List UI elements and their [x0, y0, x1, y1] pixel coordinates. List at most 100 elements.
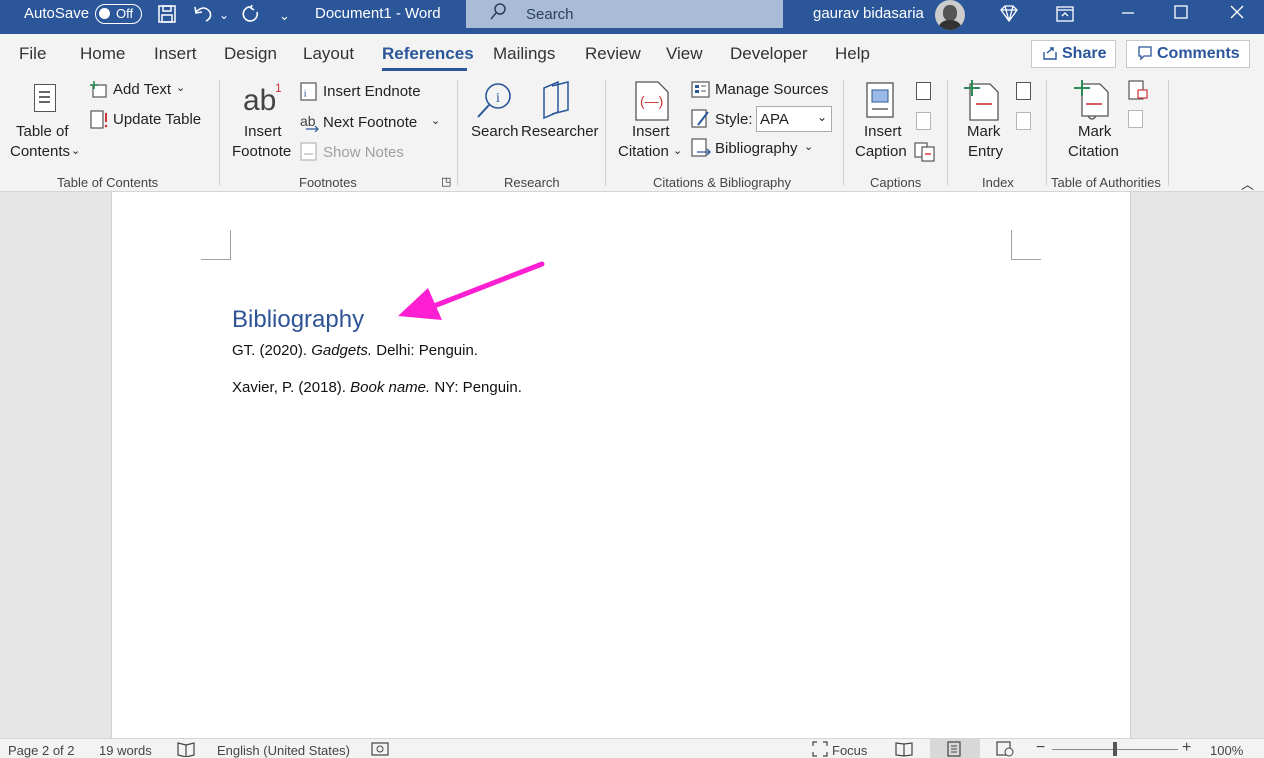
search-box[interactable]: Search [466, 0, 783, 28]
show-notes-button[interactable]: Show Notes [323, 144, 404, 161]
bibliography-heading[interactable]: Bibliography [232, 306, 364, 334]
researcher-icon [540, 80, 576, 123]
group-separator [1168, 80, 1169, 186]
update-index-icon[interactable] [1016, 112, 1031, 130]
mark-citation-label-1[interactable]: Mark [1078, 122, 1111, 142]
web-layout-icon[interactable] [996, 741, 1014, 758]
ribbon-display-icon[interactable] [1055, 4, 1075, 29]
svg-text:1: 1 [275, 81, 282, 95]
insert-citation-label-2[interactable]: Citation [618, 142, 669, 162]
insert-citation-label-1[interactable]: Insert [632, 122, 670, 142]
undo-dropdown-icon[interactable]: ⌄ [219, 8, 229, 22]
insert-caption-label-2[interactable]: Caption [855, 142, 907, 162]
ribbon-references: Table of Contents ⌄ Add Text ⌄ Update Ta… [0, 74, 1264, 192]
tab-home[interactable]: Home [80, 44, 125, 64]
page-count[interactable]: Page 2 of 2 [8, 743, 75, 758]
user-name[interactable]: gaurav bidasaria [813, 5, 924, 22]
tab-developer[interactable]: Developer [730, 44, 808, 64]
researcher-button[interactable]: Researcher [521, 122, 599, 142]
style-value: APA [760, 111, 789, 128]
manage-sources-button[interactable]: Manage Sources [715, 81, 828, 98]
table-of-contents-label-1[interactable]: Table of [16, 122, 69, 142]
style-dropdown[interactable]: APA ⌄ [756, 106, 832, 132]
margin-corner-mark [1011, 230, 1041, 260]
undo-icon[interactable] [192, 4, 214, 29]
diamond-icon[interactable] [998, 4, 1020, 29]
tab-references[interactable]: References [382, 44, 474, 64]
group-label-citations: Citations & Bibliography [653, 175, 792, 190]
insert-index-icon[interactable] [1016, 82, 1031, 100]
comments-label: Comments [1157, 45, 1240, 62]
comments-button[interactable]: Comments [1126, 40, 1250, 68]
next-footnote-button[interactable]: Next Footnote [323, 114, 417, 131]
add-text-dropdown-icon[interactable]: ⌄ [176, 81, 185, 94]
read-mode-icon[interactable] [895, 741, 913, 758]
minimize-icon[interactable] [1118, 2, 1138, 27]
zoom-slider-thumb[interactable] [1113, 742, 1117, 756]
mark-entry-label-1[interactable]: Mark [967, 122, 1000, 142]
proofing-icon[interactable] [177, 741, 195, 758]
zoom-level[interactable]: 100% [1210, 743, 1243, 758]
mark-citation-label-2[interactable]: Citation [1068, 142, 1119, 162]
document-page[interactable]: Bibliography GT. (2020). Gadgets. Delhi:… [111, 192, 1131, 738]
tab-design[interactable]: Design [224, 44, 277, 64]
autosave-label: AutoSave [24, 5, 90, 22]
print-layout-icon[interactable] [946, 741, 962, 758]
word-count[interactable]: 19 words [99, 743, 152, 758]
next-footnote-dropdown-icon[interactable]: ⌄ [431, 114, 440, 127]
tab-view[interactable]: View [666, 44, 703, 64]
redo-icon[interactable] [240, 4, 262, 29]
customize-toolbar-icon[interactable]: ⌄ [279, 8, 290, 24]
show-notes-icon [300, 142, 318, 165]
insert-table-of-figures-icon[interactable] [916, 82, 931, 100]
update-table-button[interactable]: Update Table [113, 111, 201, 128]
insert-footnote-label-2[interactable]: Footnote [232, 142, 291, 162]
avatar[interactable] [935, 0, 965, 30]
share-button[interactable]: Share [1031, 40, 1116, 68]
tab-mailings[interactable]: Mailings [493, 44, 555, 64]
collapse-ribbon-icon[interactable]: ︿ [1241, 174, 1254, 193]
search-placeholder: Search [526, 6, 574, 23]
maximize-icon[interactable] [1171, 2, 1191, 27]
table-of-contents-label-2[interactable]: Contents [10, 142, 70, 162]
tab-help[interactable]: Help [835, 44, 870, 64]
autosave-toggle[interactable]: Off [95, 4, 142, 24]
bibliography-entry[interactable]: Xavier, P. (2018). Book name. NY: Pengui… [232, 379, 522, 396]
zoom-out-icon[interactable]: − [1036, 739, 1045, 757]
tab-insert[interactable]: Insert [154, 44, 197, 64]
add-text-button[interactable]: Add Text [113, 81, 171, 98]
insert-citation-dropdown-icon[interactable]: ⌄ [673, 144, 682, 157]
group-separator [843, 80, 844, 186]
bibliography-icon [691, 138, 713, 161]
document-area: Bibliography GT. (2020). Gadgets. Delhi:… [0, 192, 1264, 738]
close-icon[interactable] [1227, 2, 1247, 27]
search-button[interactable]: Search [471, 122, 519, 142]
tab-file[interactable]: File [19, 44, 46, 64]
macro-recording-icon[interactable] [371, 741, 389, 758]
insert-endnote-button[interactable]: Insert Endnote [323, 83, 421, 100]
tab-review[interactable]: Review [585, 44, 641, 64]
zoom-in-icon[interactable]: + [1182, 739, 1191, 757]
mark-entry-label-2[interactable]: Entry [968, 142, 1003, 162]
bibliography-button[interactable]: Bibliography [715, 140, 798, 157]
search-icon: i [474, 80, 514, 123]
update-table-of-authorities-icon[interactable] [1128, 110, 1143, 128]
tab-layout[interactable]: Layout [303, 44, 354, 64]
autosave-state: Off [116, 6, 134, 21]
share-icon [1042, 45, 1058, 65]
insert-caption-label-1[interactable]: Insert [864, 122, 902, 142]
language-status[interactable]: English (United States) [217, 743, 350, 758]
insert-table-of-authorities-icon[interactable] [1128, 80, 1150, 105]
save-icon[interactable] [157, 4, 177, 29]
focus-label[interactable]: Focus [832, 743, 867, 758]
insert-endnote-icon: i [300, 82, 320, 105]
bibliography-dropdown-icon[interactable]: ⌄ [804, 140, 813, 153]
footnotes-dialog-launcher-icon[interactable]: ◳ [441, 175, 451, 188]
cross-reference-icon[interactable] [914, 142, 936, 165]
toc-dropdown-icon[interactable]: ⌄ [71, 144, 80, 157]
manage-sources-icon [691, 80, 711, 103]
insert-footnote-label-1[interactable]: Insert [244, 122, 282, 142]
focus-icon[interactable] [812, 741, 828, 758]
bibliography-entry[interactable]: GT. (2020). Gadgets. Delhi: Penguin. [232, 342, 478, 359]
update-table-of-figures-icon[interactable] [916, 112, 931, 130]
